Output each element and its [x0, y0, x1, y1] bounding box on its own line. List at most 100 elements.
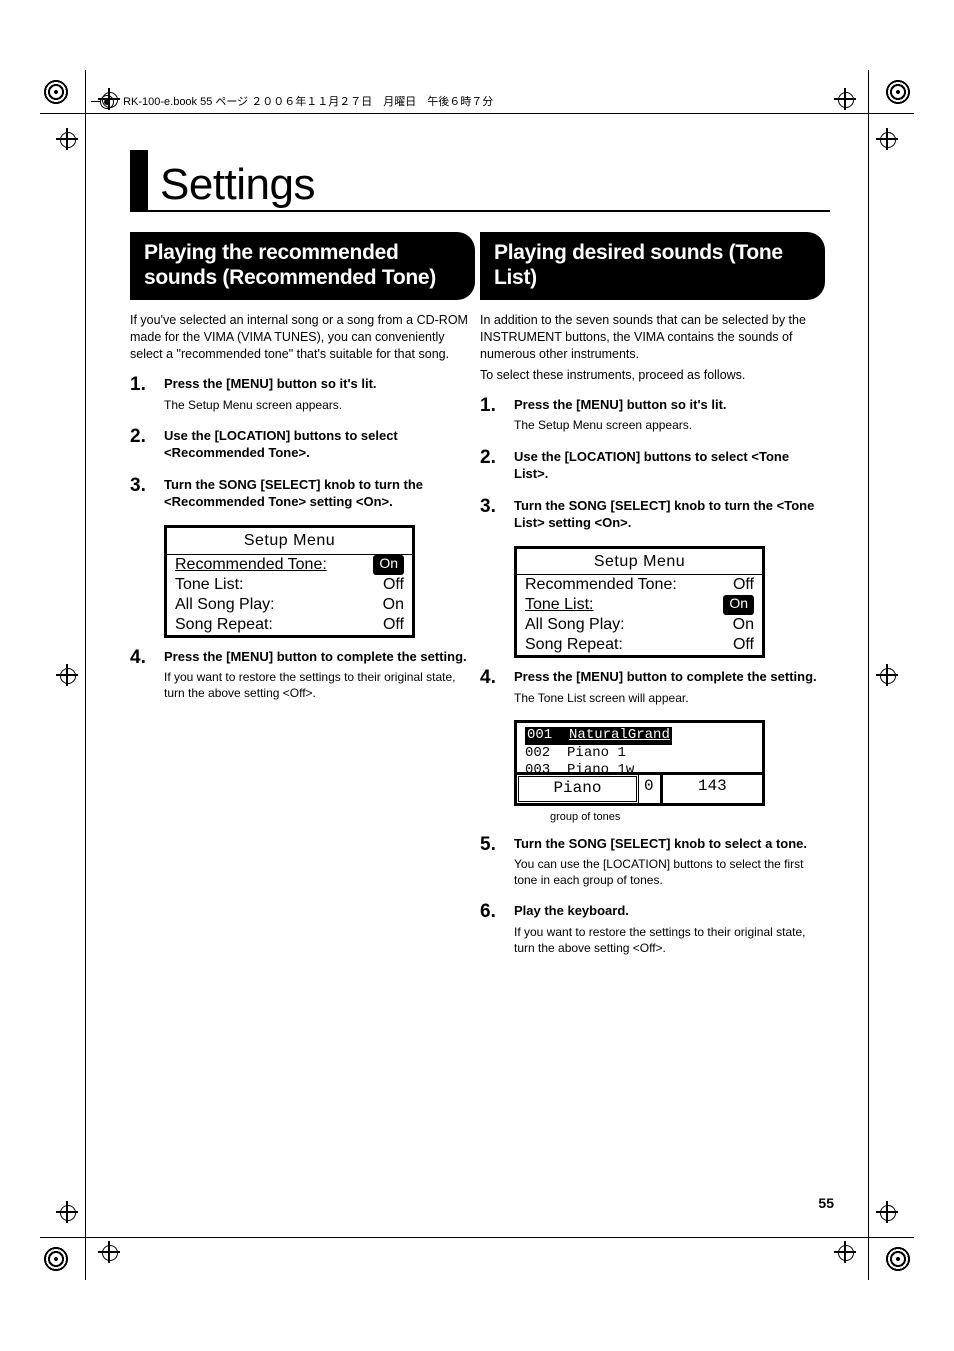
caption-group-of-tones: group of tones	[550, 810, 825, 825]
lcd-label: Song Repeat:	[175, 615, 383, 635]
step-number: 4.	[480, 665, 496, 691]
step-head: Turn the SONG [SELECT] knob to turn the …	[164, 476, 475, 511]
crop-line	[85, 70, 86, 1280]
step-body: You can use the [LOCATION] buttons to se…	[514, 856, 825, 888]
lcd-label: Recommended Tone:	[175, 555, 373, 575]
header-text: RK-100-e.book 55 ページ ２００６年１１月２７日 月曜日 午後６…	[123, 96, 493, 108]
step-number: 6.	[480, 899, 496, 925]
intro-text: In addition to the seven sounds that can…	[480, 312, 825, 363]
lcd-value: On	[383, 595, 404, 615]
intro-text: To select these instruments, proceed as …	[480, 367, 825, 384]
crop-line	[40, 1237, 914, 1238]
step-number: 1.	[130, 372, 146, 398]
lcd-label: Recommended Tone:	[525, 575, 733, 595]
book-icon	[100, 95, 114, 109]
step-number: 1.	[480, 393, 496, 419]
lcd-value: Off	[383, 575, 404, 595]
step-head: Use the [LOCATION] buttons to select <Re…	[164, 427, 475, 462]
registration-mark-icon	[42, 78, 70, 106]
lcd-title: Setup Menu	[167, 528, 412, 555]
lcd-label: All Song Play:	[525, 615, 733, 635]
step-number: 5.	[480, 832, 496, 858]
page-title: Settings	[160, 160, 315, 210]
crop-mark-icon	[58, 1203, 76, 1221]
step-head: Use the [LOCATION] buttons to select <To…	[514, 448, 825, 483]
step-number: 2.	[480, 445, 496, 471]
step-number: 3.	[480, 494, 496, 520]
crop-mark-icon	[878, 130, 896, 148]
tone-group: Piano	[516, 774, 639, 804]
lcd-value: On	[373, 555, 404, 575]
lcd-row: Song Repeat: Off	[517, 635, 762, 655]
step-1: 1. Press the [MENU] button so it's lit. …	[130, 375, 475, 413]
tone-name: Piano 1	[567, 745, 626, 761]
registration-mark-icon	[884, 1245, 912, 1273]
tone-row: 003 Piano 1w	[525, 762, 754, 772]
crop-line	[868, 70, 869, 1280]
step-3: 3. Turn the SONG [SELECT] knob to turn t…	[130, 476, 475, 511]
lcd-row: Song Repeat: Off	[167, 615, 412, 635]
tone-list-screenshot: 001 NaturalGrand 002 Piano 1 003 Piano 1…	[514, 720, 765, 806]
lcd-row: Recommended Tone: Off	[517, 575, 762, 595]
tone-row-selected: 001 NaturalGrand	[525, 727, 754, 745]
setup-menu-screenshot: Setup Menu Recommended Tone: Off Tone Li…	[514, 546, 765, 659]
lcd-title: Setup Menu	[517, 549, 762, 576]
step-head: Play the keyboard.	[514, 902, 825, 920]
tone-num: 003	[525, 762, 550, 772]
intro-text: If you've selected an internal song or a…	[130, 312, 475, 363]
lcd-row: Recommended Tone: On	[167, 555, 412, 575]
step-head: Press the [MENU] button to complete the …	[514, 668, 825, 686]
tone-name: Piano 1w	[567, 762, 634, 772]
title-ornament	[130, 150, 148, 210]
lcd-label: All Song Play:	[175, 595, 383, 615]
tone-row: 002 Piano 1	[525, 745, 754, 763]
lcd-label: Tone List:	[175, 575, 383, 595]
crop-mark-icon	[58, 666, 76, 684]
lcd-value: Off	[733, 575, 754, 595]
tone-name: NaturalGrand	[569, 727, 670, 743]
step-2: 2. Use the [LOCATION] buttons to select …	[130, 427, 475, 462]
crop-mark-icon	[836, 1243, 854, 1261]
tone-col3: 143	[663, 775, 762, 803]
title-rule	[130, 210, 830, 212]
crop-line	[40, 113, 914, 114]
section-heading-tone-list: Playing desired sounds (Tone List)	[480, 232, 825, 300]
setup-menu-screenshot: Setup Menu Recommended Tone: On Tone Lis…	[164, 525, 415, 638]
step-body: The Tone List screen will appear.	[514, 690, 825, 706]
step-head: Turn the SONG [SELECT] knob to turn the …	[514, 497, 825, 532]
registration-mark-icon	[884, 78, 912, 106]
tone-num: 001	[527, 727, 552, 743]
crop-mark-icon	[878, 666, 896, 684]
step-head: Turn the SONG [SELECT] knob to select a …	[514, 835, 825, 853]
crop-mark-icon	[878, 1203, 896, 1221]
lcd-row: Tone List: Off	[167, 575, 412, 595]
step-body: If you want to restore the settings to t…	[164, 669, 475, 701]
tone-num: 002	[525, 745, 550, 761]
step-head: Press the [MENU] button so it's lit.	[164, 375, 475, 393]
lcd-value: Off	[733, 635, 754, 655]
lcd-row: Tone List: On	[517, 595, 762, 615]
section-heading-recommended-tone: Playing the recommended sounds (Recommen…	[130, 232, 475, 300]
step-number: 3.	[130, 473, 146, 499]
registration-mark-icon	[42, 1245, 70, 1273]
step-5: 5. Turn the SONG [SELECT] knob to select…	[480, 835, 825, 889]
lcd-value: On	[733, 615, 754, 635]
page-number: 55	[818, 1195, 834, 1211]
step-1: 1. Press the [MENU] button so it's lit. …	[480, 396, 825, 434]
step-6: 6. Play the keyboard. If you want to res…	[480, 902, 825, 956]
lcd-label: Tone List:	[525, 595, 723, 615]
crop-mark-icon	[100, 1243, 118, 1261]
step-4: 4. Press the [MENU] button to complete t…	[130, 648, 475, 702]
step-head: Press the [MENU] button so it's lit.	[514, 396, 825, 414]
lcd-value: On	[723, 595, 754, 615]
step-3: 3. Turn the SONG [SELECT] knob to turn t…	[480, 497, 825, 532]
lcd-label: Song Repeat:	[525, 635, 733, 655]
step-number: 4.	[130, 645, 146, 671]
crop-mark-icon	[58, 130, 76, 148]
lcd-row: All Song Play: On	[517, 615, 762, 635]
lcd-value: Off	[383, 615, 404, 635]
step-body: The Setup Menu screen appears.	[164, 397, 475, 413]
step-number: 2.	[130, 424, 146, 450]
step-body: If you want to restore the settings to t…	[514, 924, 825, 956]
step-head: Press the [MENU] button to complete the …	[164, 648, 475, 666]
